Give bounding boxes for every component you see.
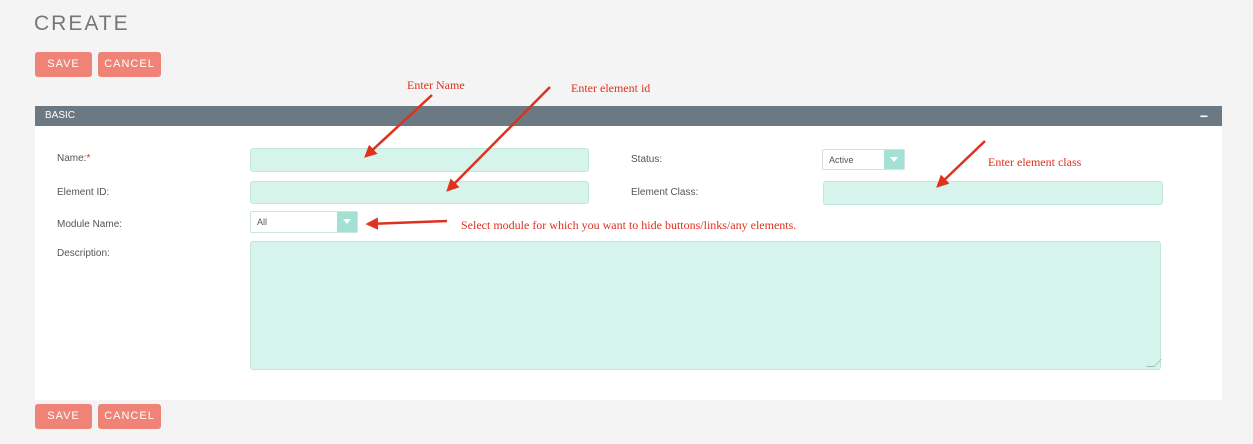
arrow-to-module-select [365, 217, 448, 230]
arrow-to-name-field [364, 94, 433, 158]
arrow-to-element-class-field [936, 140, 986, 188]
arrow-to-element-id-field [446, 86, 551, 192]
annotation-arrows [364, 86, 986, 230]
